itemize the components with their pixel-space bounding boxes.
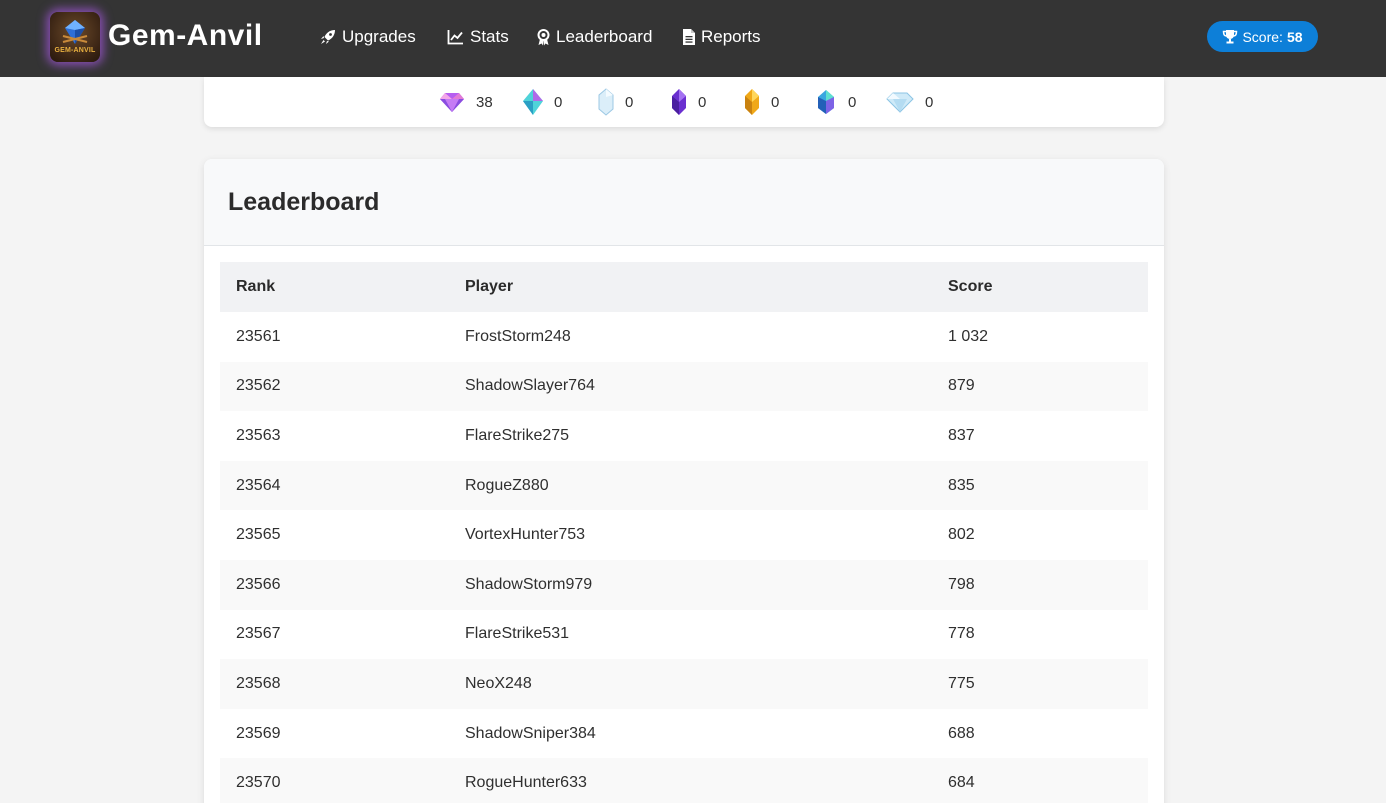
rank-cell: 23567 <box>236 625 281 643</box>
table-row: 23569 ShadowSniper384 688 <box>220 709 1148 759</box>
teal-crystal-icon <box>523 89 543 115</box>
score-cell: 835 <box>948 476 975 494</box>
score-badge[interactable]: Score: 58 <box>1207 21 1318 52</box>
player-cell: VortexHunter753 <box>465 526 586 544</box>
file-icon <box>683 29 695 45</box>
player-cell: ShadowSniper384 <box>465 724 596 742</box>
rank-cell: 23569 <box>236 724 281 742</box>
score-cell: 684 <box>948 774 975 792</box>
player-cell: FlareStrike531 <box>465 625 570 643</box>
gem-count-teal-crystal: 0 <box>554 93 563 111</box>
rank-cell: 23561 <box>236 327 281 345</box>
gem-count-clear-crystal: 0 <box>625 93 634 111</box>
score-cell: 798 <box>948 575 975 593</box>
card-header: Leaderboard <box>204 159 1164 246</box>
score-cell: 879 <box>948 377 975 395</box>
table-row: 23563 FlareStrike275 837 <box>220 411 1148 461</box>
score-cell: 837 <box>948 426 975 444</box>
leaderboard-table: Rank Player Score 23561 FrostStorm248 1 … <box>220 262 1148 803</box>
rank-cell: 23563 <box>236 426 281 444</box>
rank-cell: 23570 <box>236 774 281 792</box>
gem-count-blue-cluster: 0 <box>848 93 857 111</box>
rank-cell: 23566 <box>236 575 281 593</box>
score-cell: 688 <box>948 724 975 742</box>
gem-count-gold-crystal: 0 <box>771 93 780 111</box>
leaderboard-title: Leaderboard <box>228 188 380 216</box>
nav-reports-label: Reports <box>701 27 761 46</box>
award-icon <box>537 28 550 45</box>
column-header-score[interactable]: Score <box>932 262 1148 312</box>
rocket-icon <box>321 30 335 44</box>
table-row: 23570 RogueHunter633 684 <box>220 758 1148 803</box>
table-row: 23561 FrostStorm248 1 032 <box>220 312 1148 362</box>
gem-item-clear-crystal: 0 <box>597 88 634 116</box>
nav-reports[interactable]: Reports <box>683 25 761 49</box>
gem-count-purple-crystal: 0 <box>698 93 707 111</box>
rank-cell: 23565 <box>236 526 281 544</box>
score-label: Score: <box>1242 28 1283 45</box>
nav-upgrades[interactable]: Upgrades <box>320 25 416 49</box>
player-cell: RogueHunter633 <box>465 774 587 792</box>
purple-crystal-icon <box>672 89 686 115</box>
app-logo[interactable]: GEM-ANVIL <box>50 12 100 62</box>
column-header-rank[interactable]: Rank <box>220 262 449 312</box>
logo-gem-icon <box>62 20 88 44</box>
gem-item-purple-crystal: 0 <box>670 89 706 115</box>
player-cell: NeoX248 <box>465 674 532 692</box>
table-row: 23566 ShadowStorm979 798 <box>220 559 1148 610</box>
table-header-row: Rank Player Score <box>220 262 1148 312</box>
gem-item-gold-crystal: 0 <box>743 89 779 115</box>
gold-crystal-icon <box>745 89 759 115</box>
player-cell: ShadowStorm979 <box>465 575 593 593</box>
top-navbar: GEM-ANVIL Gem-Anvil Upgrades Stats Leade… <box>0 0 1386 77</box>
clear-crystal-icon <box>598 88 614 116</box>
trophy-icon <box>1223 30 1238 44</box>
score-cell: 778 <box>948 625 975 643</box>
score-value: 58 <box>1286 28 1303 45</box>
logo-text: GEM-ANVIL <box>54 47 96 54</box>
rank-cell: 23562 <box>236 377 281 395</box>
table-row: 23567 FlareStrike531 778 <box>220 610 1148 660</box>
pink-diamond-icon <box>440 93 464 112</box>
nav-leaderboard-label: Leaderboard <box>556 27 653 46</box>
rank-cell: 23568 <box>236 674 281 692</box>
nav-leaderboard[interactable]: Leaderboard <box>537 25 652 49</box>
gem-count-white-diamond: 0 <box>925 93 934 111</box>
gem-item-pink-diamond: 38 <box>438 89 493 115</box>
player-cell: ShadowSlayer764 <box>465 377 595 395</box>
player-cell: FrostStorm248 <box>465 327 571 345</box>
white-diamond-icon <box>886 92 914 113</box>
brand-name[interactable]: Gem-Anvil <box>108 18 263 54</box>
nav-stats-label: Stats <box>470 27 509 46</box>
gem-item-blue-cluster: 0 <box>814 89 856 115</box>
table-row: 23562 ShadowSlayer764 879 <box>220 361 1148 412</box>
leaderboard-card: Leaderboard Rank Player Score 23561 Fros… <box>204 159 1164 803</box>
nav-upgrades-label: Upgrades <box>342 27 416 46</box>
gem-inventory-bar: 38 0 0 0 0 0 0 <box>204 77 1164 127</box>
score-cell: 1 032 <box>948 327 989 345</box>
table-row: 23565 VortexHunter753 802 <box>220 510 1148 560</box>
blue-cluster-icon <box>818 90 834 114</box>
player-cell: FlareStrike275 <box>465 426 570 444</box>
score-cell: 775 <box>948 674 975 692</box>
table-row: 23568 NeoX248 775 <box>220 659 1148 709</box>
rank-cell: 23564 <box>236 476 281 494</box>
gem-item-white-diamond: 0 <box>885 89 933 115</box>
score-cell: 802 <box>948 526 975 544</box>
gem-count-pink-diamond: 38 <box>476 93 493 111</box>
player-cell: RogueZ880 <box>465 476 549 494</box>
nav-stats[interactable]: Stats <box>447 25 509 49</box>
column-header-player[interactable]: Player <box>449 262 932 312</box>
gem-item-teal-crystal: 0 <box>522 89 562 115</box>
chart-line-icon <box>447 30 463 45</box>
table-row: 23564 RogueZ880 835 <box>220 460 1148 511</box>
